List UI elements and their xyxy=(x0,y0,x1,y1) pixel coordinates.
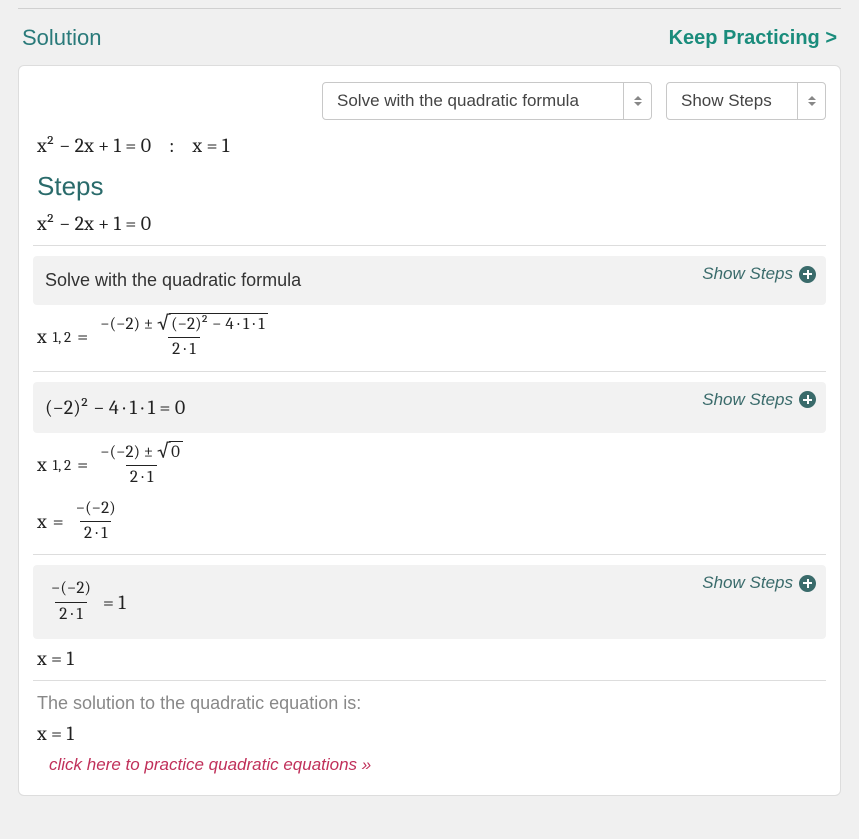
equation-text: x² − 2x + 1 = 0 xyxy=(37,134,151,157)
colon-separator: : xyxy=(169,134,174,157)
show-steps-label: Show Steps xyxy=(702,573,793,593)
final-result: x = 1 xyxy=(37,722,826,745)
divider xyxy=(33,554,826,555)
steps-dropdown-label: Show Steps xyxy=(667,83,797,119)
summary-text: The solution to the quadratic equation i… xyxy=(37,693,826,714)
top-equation-line: x² − 2x + 1 = 0 : x = 1 xyxy=(37,134,826,157)
quadratic-formula-line: x1, 2 = −(−2) ± √(−2)² − 4 · 1 · 1 2 · 1 xyxy=(37,313,826,361)
steps-dropdown[interactable]: Show Steps xyxy=(666,82,826,120)
method-dropdown-label: Solve with the quadratic formula xyxy=(323,83,623,119)
discriminant-math: (−2)² − 4 · 1 · 1 = 0 xyxy=(45,396,814,419)
plus-icon xyxy=(799,391,816,408)
result-line: x = 1 xyxy=(37,647,826,670)
header: Solution Keep Practicing > xyxy=(0,9,859,65)
updown-icon xyxy=(623,83,651,119)
practice-link[interactable]: click here to practice quadratic equatio… xyxy=(49,755,826,775)
substep-quadratic-formula: Show Steps Solve with the quadratic form… xyxy=(33,256,826,305)
show-steps-toggle[interactable]: Show Steps xyxy=(702,264,816,284)
controls-row: Solve with the quadratic formula Show St… xyxy=(33,82,826,120)
keep-practicing-link[interactable]: Keep Practicing > xyxy=(669,27,837,50)
solution-title: Solution xyxy=(22,25,102,51)
substep-label: Solve with the quadratic formula xyxy=(45,270,814,291)
divider xyxy=(33,680,826,681)
divider xyxy=(33,245,826,246)
plus-icon xyxy=(799,266,816,283)
formula-simplified-1: x1, 2 = −(−2) ± √0 2 · 1 xyxy=(37,441,826,489)
substep-evaluate: Show Steps −(−2) 2 · 1 = 1 xyxy=(33,565,826,639)
equation-answer: x = 1 xyxy=(192,134,229,157)
step-restate: x² − 2x + 1 = 0 xyxy=(37,212,826,235)
show-steps-label: Show Steps xyxy=(702,264,793,284)
plus-icon xyxy=(799,575,816,592)
show-steps-toggle[interactable]: Show Steps xyxy=(702,390,816,410)
steps-heading: Steps xyxy=(37,171,826,202)
show-steps-label: Show Steps xyxy=(702,390,793,410)
solution-panel: Solve with the quadratic formula Show St… xyxy=(18,65,841,796)
formula-simplified-2: x = −(−2) 2 · 1 xyxy=(37,499,826,545)
method-dropdown[interactable]: Solve with the quadratic formula xyxy=(322,82,652,120)
substep-discriminant: Show Steps (−2)² − 4 · 1 · 1 = 0 xyxy=(33,382,826,433)
updown-icon xyxy=(797,83,825,119)
evaluate-math: −(−2) 2 · 1 = 1 xyxy=(45,579,814,625)
divider xyxy=(33,371,826,372)
show-steps-toggle[interactable]: Show Steps xyxy=(702,573,816,593)
